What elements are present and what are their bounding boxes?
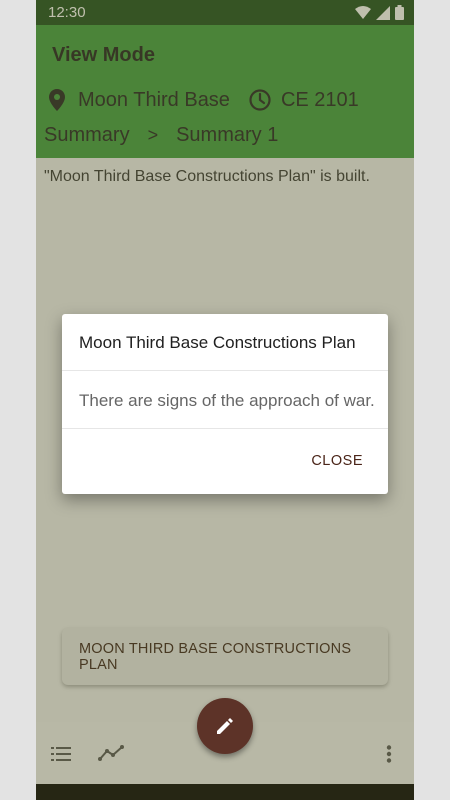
dialog-title: Moon Third Base Constructions Plan xyxy=(79,333,356,352)
edit-icon xyxy=(217,718,233,734)
dialog-message: There are signs of the approach of war. xyxy=(79,391,375,410)
edit-fab[interactable] xyxy=(197,698,253,754)
app-screen: 12:30 View Mode Moon Third Base CE 2101 … xyxy=(36,0,414,800)
alert-dialog: Moon Third Base Constructions Plan There… xyxy=(62,314,388,494)
dialog-divider-top xyxy=(62,370,388,371)
dialog-divider-bottom xyxy=(62,428,388,429)
close-button[interactable]: CLOSE xyxy=(311,453,363,469)
